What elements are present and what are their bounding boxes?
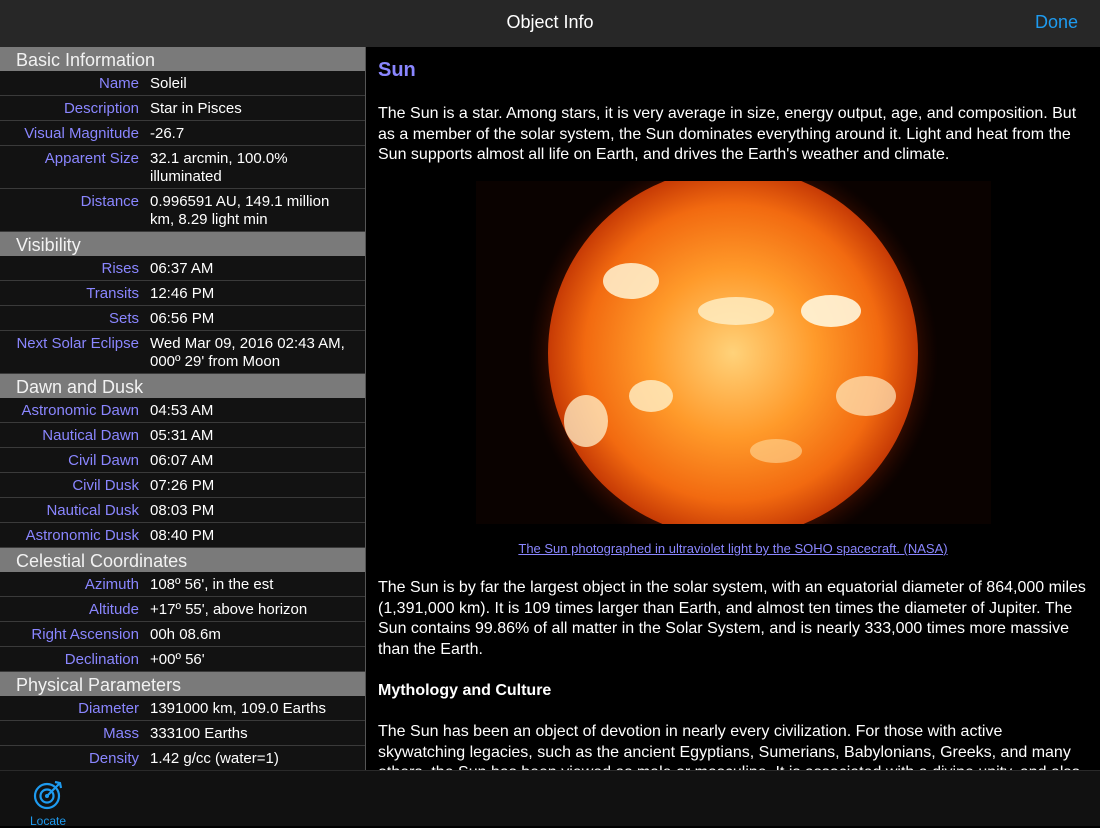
info-label: Name <box>98 75 139 92</box>
locate-label: Locate <box>29 814 67 828</box>
info-label: Astronomic Dusk <box>25 527 139 544</box>
info-row: Astronomic Dusk 08:40 PM <box>0 523 365 548</box>
section-header-coordinates: Celestial Coordinates <box>0 548 365 572</box>
info-row: Name Soleil <box>0 71 365 96</box>
info-row: Rises 06:37 AM <box>0 256 365 281</box>
info-row: Distance 0.996591 AU, 149.1 million km, 8… <box>0 189 365 232</box>
info-row: Transits 12:46 PM <box>0 281 365 306</box>
locate-icon <box>33 780 63 810</box>
info-label: Description <box>63 100 139 117</box>
description-pane[interactable]: Sun The Sun is a star. Among stars, it i… <box>366 47 1100 770</box>
info-row: Visual Magnitude -26.7 <box>0 121 365 146</box>
info-value: 0.996591 AU, 149.1 million km, 8.29 ligh… <box>150 193 330 228</box>
info-row: Nautical Dusk 08:03 PM <box>0 498 365 523</box>
info-label: Apparent Size <box>44 150 139 167</box>
info-row: Azimuth 108º 56', in the est <box>0 572 365 597</box>
info-label: Nautical Dusk <box>46 502 139 519</box>
info-row: Civil Dawn 06:07 AM <box>0 448 365 473</box>
info-label: Density <box>88 750 139 767</box>
info-value: 05:31 AM <box>150 427 214 444</box>
physical-rows: Diameter 1391000 km, 109.0 Earths Mass 3331… <box>0 696 365 770</box>
info-value: 12:46 PM <box>150 285 215 302</box>
info-row: Next Solar Eclipse Wed Mar 09, 2016 02:43… <box>0 331 365 374</box>
info-value: Soleil <box>150 75 187 92</box>
info-row: Sets 06:56 PM <box>0 306 365 331</box>
info-label: Distance <box>80 193 139 210</box>
info-row: Civil Dusk 07:26 PM <box>0 473 365 498</box>
section-header-basic: Basic Information <box>0 47 365 71</box>
visibility-rows: Rises 06:37 AM Transits 12:46 PM Sets 06:56 P… <box>0 256 365 374</box>
info-value: 04:53 AM <box>150 402 214 419</box>
info-value: 1391000 km, 109.0 Earths <box>150 700 326 717</box>
info-value: 06:07 AM <box>150 452 214 469</box>
info-value: 00h 08.6m <box>150 626 221 643</box>
size-paragraph: The Sun is by far the largest object in … <box>378 579 1086 658</box>
page-title: Object Info <box>506 12 594 32</box>
info-label: Transits <box>86 285 139 302</box>
done-button[interactable]: Done <box>1035 12 1078 33</box>
info-label: Azimuth <box>84 576 139 593</box>
info-table[interactable]: Basic Information Name Soleil Description S… <box>0 47 366 770</box>
info-label: Visual Magnitude <box>24 125 139 142</box>
info-label: Civil Dusk <box>72 477 139 494</box>
info-row: Right Ascension 00h 08.6m <box>0 622 365 647</box>
info-row: Altitude +17º 55', above horizon <box>0 597 365 622</box>
mythology-paragraph: The Sun has been an object of devotion i… <box>378 723 1080 770</box>
info-value: 333100 Earths <box>150 725 248 742</box>
info-value: Wed Mar 09, 2016 02:43 AM, 000º 29' from… <box>150 335 345 370</box>
info-value: 06:56 PM <box>150 310 215 327</box>
info-label: Civil Dawn <box>68 452 139 469</box>
info-value: Star in Pisces <box>150 100 242 117</box>
coordinate-rows: Azimuth 108º 56', in the est Altitude +17º … <box>0 572 365 672</box>
section-header-visibility: Visibility <box>0 232 365 256</box>
info-value: +17º 55', above horizon <box>150 601 308 618</box>
info-row: Declination +00º 56' <box>0 647 365 672</box>
info-value: 32.1 arcmin, 100.0% illuminated <box>150 150 288 185</box>
intro-paragraph: The Sun is a star. Among stars, it is ve… <box>378 105 1077 163</box>
info-label: Nautical Dawn <box>42 427 139 444</box>
info-row: Astronomic Dawn 04:53 AM <box>0 398 365 423</box>
info-label: Diameter <box>78 700 139 717</box>
info-value: +00º 56' <box>150 651 205 668</box>
sun-image <box>476 181 991 524</box>
info-row: Mass 333100 Earths <box>0 721 365 746</box>
section-header-dawn: Dawn and Dusk <box>0 374 365 398</box>
info-label: Next Solar Eclipse <box>16 335 139 352</box>
image-caption-link[interactable]: The Sun photographed in ultraviolet ligh… <box>366 541 1100 556</box>
info-value: 06:37 AM <box>150 260 214 277</box>
nav-bar: Object Info Done <box>0 0 1100 48</box>
info-label: Rises <box>101 260 139 277</box>
dawn-rows: Astronomic Dawn 04:53 AM Nautical Dawn 05:3… <box>0 398 365 548</box>
info-label: Declination <box>64 651 139 668</box>
info-value: 07:26 PM <box>150 477 215 494</box>
info-row: Description Star in Pisces <box>0 96 365 121</box>
object-heading: Sun <box>378 59 416 81</box>
info-label: Altitude <box>88 601 139 618</box>
info-row: Apparent Size 32.1 arcmin, 100.0% illumin… <box>0 146 365 189</box>
mythology-subheading: Mythology and Culture <box>378 682 552 699</box>
info-row: Density 1.42 g/cc (water=1) <box>0 746 365 770</box>
info-row: Diameter 1391000 km, 109.0 Earths <box>0 696 365 721</box>
info-row: Nautical Dawn 05:31 AM <box>0 423 365 448</box>
info-value: 1.42 g/cc (water=1) <box>150 750 279 767</box>
info-value: -26.7 <box>150 125 185 142</box>
basic-rows: Name Soleil Description Star in Pisces Visua… <box>0 71 365 232</box>
info-label: Sets <box>108 310 139 327</box>
info-value: 08:03 PM <box>150 502 215 519</box>
info-label: Astronomic Dawn <box>21 402 139 419</box>
locate-button[interactable]: Locate <box>22 779 74 828</box>
info-value: 08:40 PM <box>150 527 215 544</box>
info-label: Mass <box>103 725 139 742</box>
bottom-toolbar: Locate <box>0 770 1100 828</box>
info-label: Right Ascension <box>31 626 139 643</box>
info-value: 108º 56', in the est <box>150 576 274 593</box>
section-header-physical: Physical Parameters <box>0 672 365 696</box>
